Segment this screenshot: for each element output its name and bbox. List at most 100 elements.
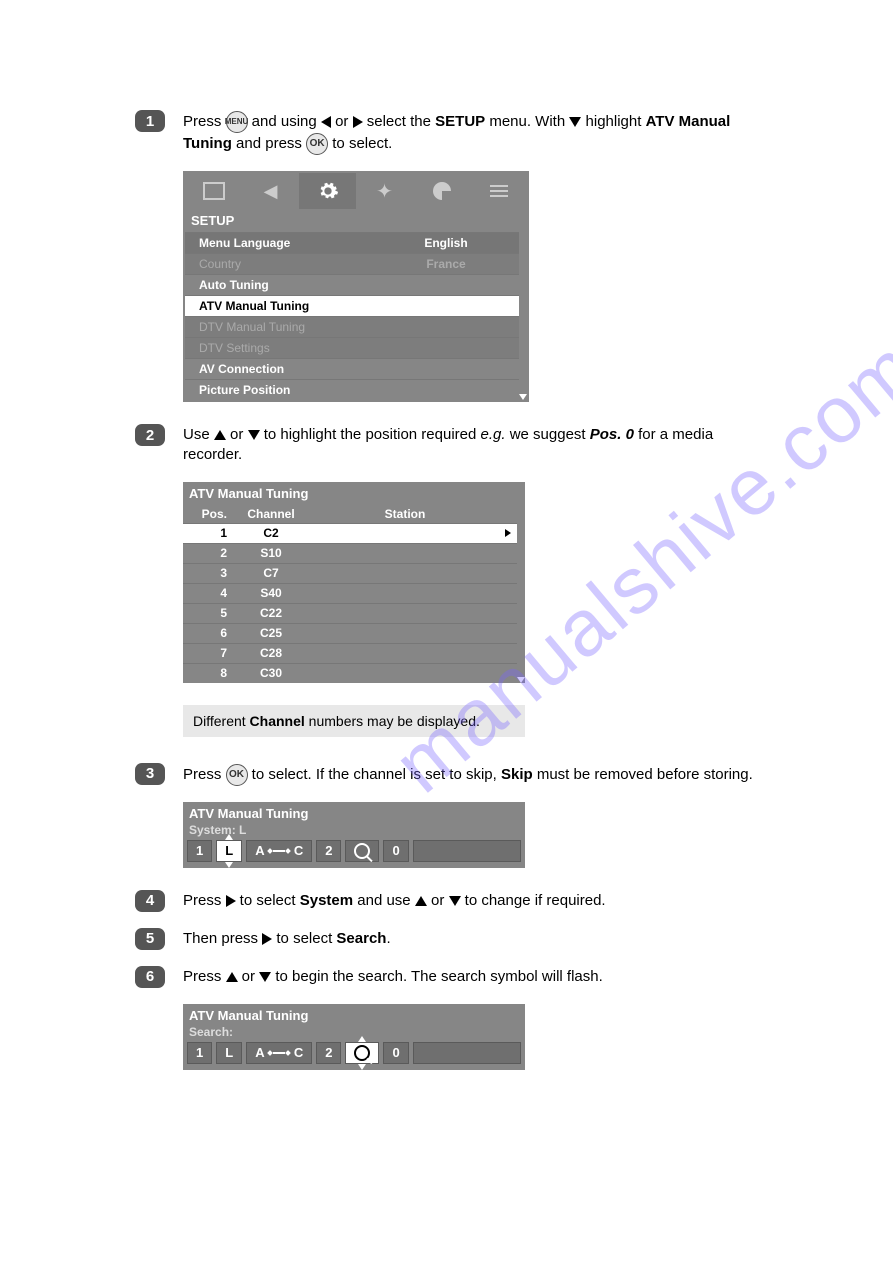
- step-2: 2 Use or to highlight the position requi…: [135, 424, 753, 466]
- text: and press: [232, 135, 306, 152]
- setup-menu-screenshot: ◀ ✦ SETUP Menu LanguageEnglish CountryFr…: [183, 171, 529, 402]
- step-number: 5: [135, 928, 165, 950]
- clock-icon: [433, 182, 451, 200]
- up-arrow-icon: [225, 834, 233, 840]
- menu-item-av-connection: AV Connection: [185, 358, 519, 379]
- step-text: Then press to select Search.: [183, 928, 753, 950]
- channel-row: 4S40: [183, 583, 517, 603]
- setup-tabs: ◀ ✦: [185, 173, 527, 209]
- cell-pos: 6: [183, 626, 231, 640]
- down-arrow-icon: [569, 117, 581, 127]
- down-arrow-icon: [449, 896, 461, 906]
- speaker-icon: ◀: [264, 181, 278, 202]
- bold-text: System: [300, 892, 353, 909]
- cell-pos: 1: [183, 526, 231, 540]
- cell-channel: C25: [231, 626, 311, 640]
- step-text: Press or to begin the search. The search…: [183, 966, 753, 988]
- text: to select: [236, 892, 300, 909]
- tune-cell-fine: 0: [383, 840, 408, 862]
- text: and using: [248, 113, 321, 130]
- tune-cell-position: 1: [187, 1042, 212, 1064]
- menu-item-atv-manual-tuning: ATV Manual Tuning: [185, 295, 519, 316]
- menu-item-language: Menu LanguageEnglish: [185, 232, 519, 253]
- text: Press: [183, 968, 226, 985]
- tab-feature: ✦: [356, 173, 413, 209]
- menu-label: DTV Manual Tuning: [199, 320, 511, 334]
- ok-button-icon: OK: [306, 133, 328, 155]
- chevron-down-icon: [519, 394, 527, 400]
- text: to begin the search. The search symbol w…: [271, 968, 603, 985]
- bold-text: Skip: [501, 765, 533, 782]
- text: or: [226, 426, 248, 443]
- cell-pos: 7: [183, 646, 231, 660]
- cell-pos: 5: [183, 606, 231, 620]
- text: Press: [183, 892, 226, 909]
- bold-text: Channel: [250, 713, 305, 729]
- tuning-title: ATV Manual Tuning: [183, 1004, 525, 1025]
- step-6: 6 Press or to begin the search. The sear…: [135, 966, 753, 988]
- down-arrow-icon: [225, 862, 233, 868]
- menu-item-dtv-manual-tuning: DTV Manual Tuning: [185, 316, 519, 337]
- up-arrow-icon: [214, 430, 226, 440]
- cell-channel: C22: [231, 606, 311, 620]
- channel-row: 2S10: [183, 543, 517, 563]
- menu-label: ATV Manual Tuning: [199, 299, 511, 313]
- channel-row: 5C22: [183, 603, 517, 623]
- step-text: Press to select System and use or to cha…: [183, 890, 753, 912]
- menu-label: Picture Position: [199, 383, 511, 397]
- menu-item-picture-position: Picture Position: [185, 379, 519, 400]
- text: Press: [183, 113, 226, 130]
- tune-cell-system: L: [216, 1042, 242, 1064]
- tune-cell-station: [413, 1042, 521, 1064]
- channel-row: 3C7: [183, 563, 517, 583]
- setup-title: SETUP: [185, 209, 527, 232]
- note-box: Different Channel numbers may be display…: [183, 705, 525, 737]
- italic-text: e.g.: [481, 426, 506, 443]
- tab-preferences: [470, 173, 527, 209]
- text: .: [386, 930, 390, 947]
- right-arrow-icon: [505, 529, 511, 537]
- bold-italic-text: Pos. 0: [590, 426, 634, 443]
- search-icon: [354, 1045, 370, 1061]
- tab-timer: [413, 173, 470, 209]
- bold-text: Search: [336, 930, 386, 947]
- header-station: Station: [311, 507, 499, 521]
- cell-channel: S10: [231, 546, 311, 560]
- link-icon: [268, 849, 290, 853]
- tune-cell-colour: A C: [246, 1042, 312, 1064]
- down-arrow-icon: [248, 430, 260, 440]
- up-arrow-icon: [358, 1036, 366, 1042]
- menu-label: Auto Tuning: [199, 278, 511, 292]
- header-pos: Pos.: [183, 507, 231, 521]
- tuning-subtitle: Search:: [183, 1025, 525, 1042]
- step-text: Use or to highlight the position require…: [183, 424, 753, 466]
- channel-table-screenshot: ATV Manual Tuning Pos. Channel Station 1…: [183, 482, 525, 683]
- ok-button-icon: OK: [226, 764, 248, 786]
- right-arrow-icon: [226, 895, 236, 907]
- chevron-down-icon: [517, 677, 525, 683]
- cell-value: C: [294, 843, 303, 858]
- step-number: 4: [135, 890, 165, 912]
- tune-cell-channel: 2: [316, 840, 341, 862]
- step-text: Press OK to select. If the channel is se…: [183, 763, 753, 786]
- text: Different: [193, 713, 250, 729]
- bold-text: SETUP: [435, 113, 485, 130]
- channel-row: 8C30: [183, 663, 517, 683]
- tab-picture: [185, 173, 242, 209]
- menu-label: Country: [199, 257, 381, 271]
- cell-channel: C30: [231, 666, 311, 680]
- menu-button-icon: MENU: [226, 111, 248, 133]
- tune-cell-channel: 2: [316, 1042, 341, 1064]
- text: Press: [183, 765, 226, 782]
- header-channel: Channel: [231, 507, 311, 521]
- text: to change if required.: [461, 892, 606, 909]
- tune-cell-search-selected: [345, 1042, 379, 1064]
- channel-table-title: ATV Manual Tuning: [183, 482, 525, 505]
- cell-channel: S40: [231, 586, 311, 600]
- tune-cell-colour: A C: [246, 840, 312, 862]
- text: to highlight the position required: [260, 426, 481, 443]
- step-number: 6: [135, 966, 165, 988]
- gear-icon: [317, 180, 339, 202]
- cell-pos: 2: [183, 546, 231, 560]
- tuning-title: ATV Manual Tuning: [183, 802, 525, 823]
